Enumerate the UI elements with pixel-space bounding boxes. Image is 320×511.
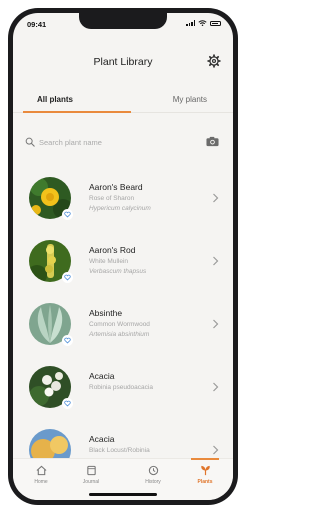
- list-item[interactable]: Aaron's Rod White Mullein Verbascum thap…: [13, 234, 233, 297]
- history-icon: [148, 465, 158, 476]
- status-time: 09:41: [27, 20, 47, 29]
- plant-latin-name: Verbascum thapsus: [89, 268, 147, 275]
- plants-icon: [200, 465, 210, 476]
- chevron-right-icon: [213, 445, 219, 455]
- favorite-heart-icon[interactable]: [62, 398, 73, 409]
- signal-icon: [186, 20, 195, 26]
- device-notch: [79, 13, 167, 29]
- list-item[interactable]: Aaron's Beard Rose of Sharon Hypericum c…: [13, 171, 233, 234]
- active-tab-indicator: [23, 111, 131, 113]
- tab-all-plants[interactable]: All plants: [37, 95, 73, 104]
- nav-label: Home: [34, 479, 48, 485]
- nav-label: Plants: [197, 479, 213, 485]
- plant-list: Aaron's Beard Rose of Sharon Hypericum c…: [13, 171, 233, 486]
- plant-common-name: Common Wormwood: [89, 321, 150, 328]
- header: Plant Library: [13, 37, 233, 68]
- active-nav-indicator: [191, 458, 219, 460]
- plant-name: Absinthe: [89, 308, 123, 318]
- search-input[interactable]: [39, 137, 189, 147]
- nav-label: History: [145, 479, 161, 485]
- plant-common-name: Black Locust/Robinia: [89, 447, 150, 454]
- battery-icon: [210, 20, 221, 26]
- camera-icon[interactable]: [206, 136, 219, 147]
- favorite-heart-icon[interactable]: [62, 272, 73, 283]
- plant-common-name: Robinia pseudoacacia: [89, 384, 153, 391]
- journal-icon: [86, 465, 96, 476]
- gear-icon[interactable]: [207, 54, 221, 68]
- list-item[interactable]: Acacia Robinia pseudoacacia: [13, 360, 233, 423]
- list-item[interactable]: Absinthe Common Wormwood Artemisia absin…: [13, 297, 233, 360]
- wifi-icon: [198, 20, 207, 26]
- tab-my-plants[interactable]: My plants: [173, 95, 207, 104]
- home-indicator: [89, 493, 157, 496]
- plant-name: Acacia: [89, 434, 115, 444]
- plant-name: Aaron's Beard: [89, 182, 143, 192]
- home-icon: [36, 465, 46, 476]
- page-title: Plant Library: [93, 56, 153, 68]
- nav-item-history[interactable]: History: [133, 465, 173, 485]
- chevron-right-icon: [213, 319, 219, 329]
- system-icons: [186, 20, 221, 26]
- plant-common-name: Rose of Sharon: [89, 195, 135, 202]
- search-icon: [25, 137, 35, 147]
- nav-item-journal[interactable]: Journal: [71, 465, 111, 485]
- nav-item-plants[interactable]: Plants: [185, 465, 225, 485]
- search-bar: [25, 131, 221, 153]
- chevron-right-icon: [213, 256, 219, 266]
- app-screen: 09:41 Plant Library All plants My plants…: [13, 13, 233, 500]
- chevron-right-icon: [213, 382, 219, 392]
- status-bar: 09:41: [13, 13, 233, 35]
- plant-common-name: White Mullein: [89, 258, 129, 265]
- plant-latin-name: Hypericum calycinum: [89, 205, 151, 212]
- nav-label: Journal: [82, 479, 100, 485]
- tab-bar: All plants My plants: [13, 91, 233, 113]
- favorite-heart-icon[interactable]: [62, 335, 73, 346]
- chevron-right-icon: [213, 193, 219, 203]
- nav-item-home[interactable]: Home: [21, 465, 61, 485]
- favorite-heart-icon[interactable]: [62, 209, 73, 220]
- plant-name: Aaron's Rod: [89, 245, 136, 255]
- plant-latin-name: Artemisia absinthium: [89, 331, 150, 338]
- plant-name: Acacia: [89, 371, 115, 381]
